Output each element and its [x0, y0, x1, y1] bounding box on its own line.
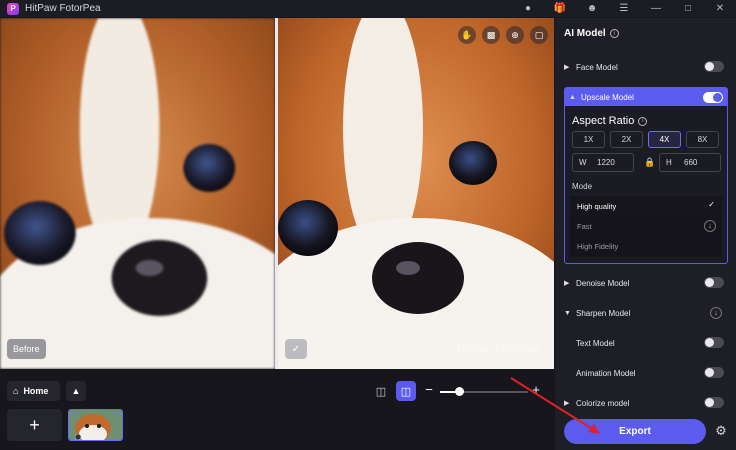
before-image: [0, 18, 275, 369]
mode-option-high-quality[interactable]: High quality ✓: [570, 196, 722, 216]
model-row-text[interactable]: Text Model: [564, 332, 728, 354]
model-label: Text Model: [576, 338, 615, 348]
height-label: H: [666, 158, 672, 167]
after-image-panel: ✋ ▩ ⊕ ▢ ✓ HitPaw FotorPea: [278, 18, 554, 369]
settings-gear-icon[interactable]: ⚙: [713, 423, 729, 439]
mode-option-high-fidelity[interactable]: High Fidelity: [570, 236, 722, 256]
bottom-bar: ⌂ Home ▲ + ◫ ◫ − +: [0, 370, 554, 450]
add-image-button[interactable]: +: [7, 409, 62, 441]
caret-right-icon: ▶: [564, 64, 570, 71]
mode-option-label: High Fidelity: [577, 241, 619, 251]
window-controls: ● 🎁 ☻ ☰ — □ ✕: [512, 0, 736, 17]
width-field[interactable]: W 1220: [572, 153, 634, 172]
zoom-in-button[interactable]: +: [529, 382, 543, 397]
after-check-icon: ✓: [285, 339, 307, 359]
model-row-upscale[interactable]: ▲ Upscale Model: [565, 88, 727, 106]
export-button[interactable]: Export: [564, 419, 706, 444]
info-icon[interactable]: i: [609, 29, 619, 38]
text-model-toggle[interactable]: [704, 337, 724, 348]
aspect-ratio-options: 1X 2X 4X 8X: [572, 131, 719, 148]
model-row-animation[interactable]: Animation Model: [564, 362, 728, 384]
ratio-1x-button[interactable]: 1X: [572, 131, 605, 148]
zoom-slider-handle[interactable]: [455, 387, 465, 396]
model-label: Face Model: [576, 62, 618, 72]
caret-right-icon: ▶: [564, 400, 570, 407]
model-row-face[interactable]: ▶ Face Model: [564, 56, 728, 78]
model-row-denoise[interactable]: ▶ Denoise Model: [564, 272, 728, 294]
watermark: HitPaw FotorPea: [456, 343, 540, 355]
aspect-ratio-title: Aspect Ratio i: [572, 115, 648, 127]
mode-list: High quality ✓ Fast ↓ High Fidelity: [570, 196, 722, 257]
denoise-model-toggle[interactable]: [704, 277, 724, 288]
chevron-up-icon: ▲: [71, 386, 81, 396]
mode-option-label: High quality: [577, 201, 617, 211]
ratio-2x-button[interactable]: 2X: [610, 131, 643, 148]
maximize-icon[interactable]: □: [672, 0, 704, 17]
ratio-8x-button[interactable]: 8X: [686, 131, 719, 148]
width-label: W: [579, 158, 587, 167]
image-toolbar: ✋ ▩ ⊕ ▢: [458, 26, 548, 44]
height-field[interactable]: H 660: [659, 153, 721, 172]
caret-right-icon: ▶: [564, 280, 570, 287]
aspect-ratio-label: Aspect Ratio: [572, 115, 635, 127]
checkmark-icon: ✓: [708, 200, 715, 209]
caret-down-icon: ▲: [569, 93, 576, 101]
home-button[interactable]: ⌂ Home: [7, 381, 60, 401]
sidebar-title: AI Model i: [564, 28, 619, 39]
account-icon[interactable]: ☻: [576, 0, 608, 17]
before-image-panel: Before: [0, 18, 275, 369]
before-label: Before: [7, 339, 46, 359]
hand-tool-icon[interactable]: ✋: [458, 26, 476, 44]
width-value: 1220: [597, 158, 615, 167]
zoom-slider[interactable]: [440, 387, 528, 396]
single-view-icon[interactable]: ◫: [371, 382, 391, 400]
home-icon: ⌂: [13, 386, 19, 396]
animation-model-toggle[interactable]: [704, 367, 724, 378]
ai-model-sidebar: AI Model i ▶ Face Model ▲ Upscale Model …: [555, 18, 736, 450]
menu-icon[interactable]: ☰: [608, 0, 640, 17]
ratio-4x-button[interactable]: 4X: [648, 131, 681, 148]
caret-right-icon: ▼: [564, 309, 571, 317]
app-title: HitPaw FotorPea: [25, 3, 101, 14]
mode-option-fast[interactable]: Fast ↓: [570, 216, 722, 236]
mode-option-label: Fast: [577, 221, 592, 231]
download-icon[interactable]: ↓: [710, 307, 722, 319]
model-label: Animation Model: [576, 368, 636, 378]
model-label: Upscale Model: [581, 92, 634, 102]
download-icon[interactable]: ↓: [704, 220, 716, 232]
gift-icon[interactable]: 🎁: [544, 0, 576, 17]
minimize-icon[interactable]: —: [640, 0, 672, 17]
mode-label: Mode: [572, 182, 593, 191]
colorize-model-toggle[interactable]: [704, 397, 724, 408]
app-logo: P: [7, 2, 19, 15]
model-label: Denoise Model: [576, 278, 630, 288]
collapse-button[interactable]: ▲: [66, 381, 86, 401]
sidebar-title-text: AI Model: [564, 28, 606, 39]
paste-icon[interactable]: ▩: [482, 26, 500, 44]
title-bar: P HitPaw FotorPea ● 🎁 ☻ ☰ — □ ✕: [0, 0, 736, 17]
height-value: 660: [684, 158, 698, 167]
model-label: Colorize model: [576, 398, 630, 408]
after-image: [278, 18, 554, 369]
discord-icon[interactable]: ●: [512, 0, 544, 17]
home-label: Home: [23, 386, 49, 396]
upscale-model-toggle[interactable]: [703, 92, 723, 103]
upscale-model-panel: ▲ Upscale Model Aspect Ratio i 1X 2X 4X …: [564, 87, 728, 264]
compare-view-icon[interactable]: ◫: [396, 381, 416, 401]
info-icon[interactable]: i: [638, 116, 648, 126]
zoom-icon[interactable]: ⊕: [506, 26, 524, 44]
thumbnail-image: [69, 410, 122, 440]
zoom-out-button[interactable]: −: [422, 382, 436, 397]
model-row-colorize[interactable]: ▶ Colorize model: [564, 392, 728, 414]
crop-icon[interactable]: ▢: [530, 26, 548, 44]
image-thumbnail[interactable]: [68, 409, 123, 441]
close-icon[interactable]: ✕: [704, 0, 736, 17]
face-model-toggle[interactable]: [704, 61, 724, 72]
lock-icon[interactable]: 🔒: [644, 157, 655, 168]
model-label: Sharpen Model: [576, 308, 631, 318]
model-row-sharpen[interactable]: ▼ Sharpen Model ↓: [564, 302, 728, 324]
